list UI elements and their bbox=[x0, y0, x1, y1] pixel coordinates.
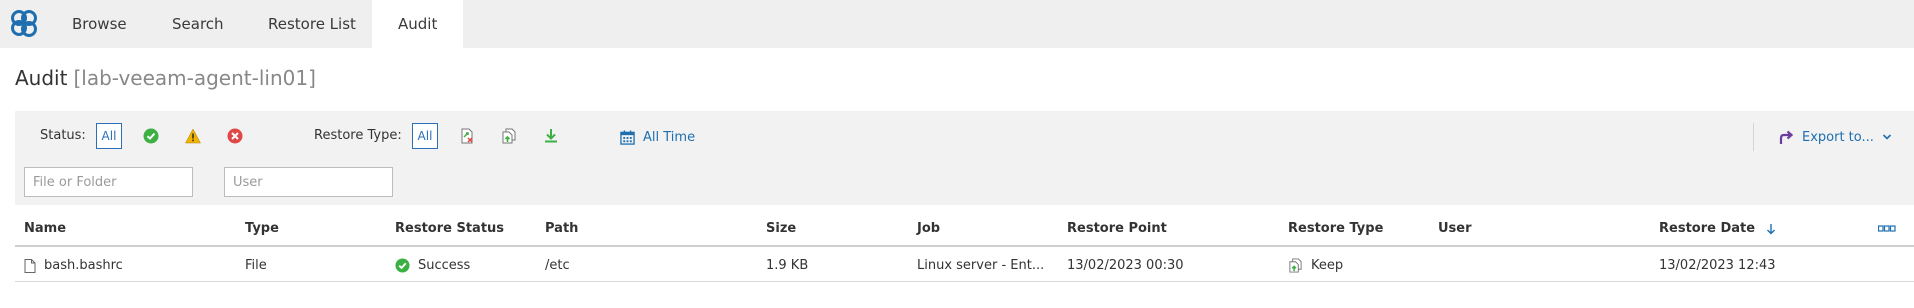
cell-restore-status-text: Success bbox=[418, 258, 471, 273]
cell-restore-status: Success bbox=[395, 249, 470, 282]
top-nav-bar: Browse Search Restore List Audit bbox=[0, 0, 1914, 48]
column-header-restore-type[interactable]: Restore Type bbox=[1288, 211, 1383, 247]
restore-type-download-button[interactable] bbox=[538, 123, 564, 149]
check-circle-icon bbox=[143, 128, 159, 144]
column-header-type[interactable]: Type bbox=[245, 211, 279, 247]
restore-type-overwrite-button[interactable] bbox=[454, 123, 480, 149]
time-range-selector[interactable]: All Time bbox=[620, 127, 695, 147]
cell-path: /etc bbox=[545, 258, 570, 273]
keep-icon bbox=[1289, 258, 1302, 273]
user-input[interactable] bbox=[224, 167, 393, 197]
overwrite-icon bbox=[461, 128, 473, 144]
filter-panel: Status: All Restore Type: All All Time E… bbox=[15, 111, 1914, 205]
divider bbox=[1753, 123, 1754, 151]
veeam-logo-icon[interactable] bbox=[8, 7, 40, 39]
tab-restore-list[interactable]: Restore List bbox=[242, 0, 382, 48]
table-row[interactable]: bash.bashrc File Success /etc 1.9 KB Lin… bbox=[15, 249, 1914, 282]
cell-name: bash.bashrc bbox=[24, 249, 123, 282]
cell-job: Linux server - Ent... bbox=[917, 258, 1045, 273]
warning-icon bbox=[185, 128, 201, 144]
tab-search[interactable]: Search bbox=[146, 0, 250, 48]
status-warning-button[interactable] bbox=[180, 123, 206, 149]
column-header-user[interactable]: User bbox=[1438, 211, 1472, 247]
tab-audit[interactable]: Audit bbox=[372, 0, 464, 48]
export-arrow-icon bbox=[1779, 130, 1794, 144]
export-label: Export to... bbox=[1802, 129, 1874, 145]
column-header-restore-point[interactable]: Restore Point bbox=[1067, 211, 1167, 247]
column-header-path[interactable]: Path bbox=[545, 211, 578, 247]
column-header-restore-status[interactable]: Restore Status bbox=[395, 211, 504, 247]
column-chooser-button[interactable] bbox=[1877, 211, 1896, 247]
cell-restore-type: Keep bbox=[1288, 249, 1343, 282]
keep-icon bbox=[502, 128, 516, 144]
page-title: Audit [lab-veeam-agent-lin01] bbox=[15, 66, 316, 90]
export-button[interactable]: Export to... bbox=[1778, 127, 1892, 147]
check-circle-icon bbox=[395, 258, 410, 273]
cell-type: File bbox=[245, 258, 267, 273]
restore-type-label: Restore Type: bbox=[314, 128, 402, 143]
restore-type-keep-button[interactable] bbox=[496, 123, 522, 149]
cell-name-text: bash.bashrc bbox=[44, 258, 123, 273]
page-title-text: Audit bbox=[15, 66, 68, 90]
cell-restore-date: 13/02/2023 12:43 bbox=[1659, 258, 1776, 273]
column-header-restore-date[interactable]: Restore Date bbox=[1659, 211, 1776, 247]
time-range-label: All Time bbox=[643, 129, 696, 145]
host-name: [lab-veeam-agent-lin01] bbox=[73, 66, 316, 90]
cell-restore-point: 13/02/2023 00:30 bbox=[1067, 258, 1184, 273]
column-header-job[interactable]: Job bbox=[917, 211, 940, 247]
chevron-down-icon bbox=[1882, 134, 1891, 140]
restore-type-all-button[interactable]: All bbox=[412, 123, 438, 149]
status-label: Status: bbox=[40, 128, 86, 143]
column-header-restore-date-label: Restore Date bbox=[1659, 221, 1756, 236]
sort-down-arrow-icon bbox=[1766, 223, 1775, 234]
table-header: Name Type Restore Status Path Size Job R… bbox=[15, 211, 1914, 247]
status-error-button[interactable] bbox=[222, 123, 248, 149]
column-chooser-icon bbox=[1877, 224, 1896, 232]
download-icon bbox=[545, 129, 557, 143]
tab-browse[interactable]: Browse bbox=[46, 0, 153, 48]
status-success-button[interactable] bbox=[138, 123, 164, 149]
cell-size: 1.9 KB bbox=[766, 258, 809, 273]
error-circle-icon bbox=[227, 128, 243, 144]
file-icon bbox=[24, 258, 36, 273]
column-header-size[interactable]: Size bbox=[766, 211, 796, 247]
file-or-folder-input[interactable] bbox=[24, 167, 193, 197]
column-header-name[interactable]: Name bbox=[24, 211, 66, 247]
status-all-button[interactable]: All bbox=[96, 123, 122, 149]
cell-restore-type-text: Keep bbox=[1311, 258, 1344, 273]
calendar-icon bbox=[620, 129, 635, 145]
